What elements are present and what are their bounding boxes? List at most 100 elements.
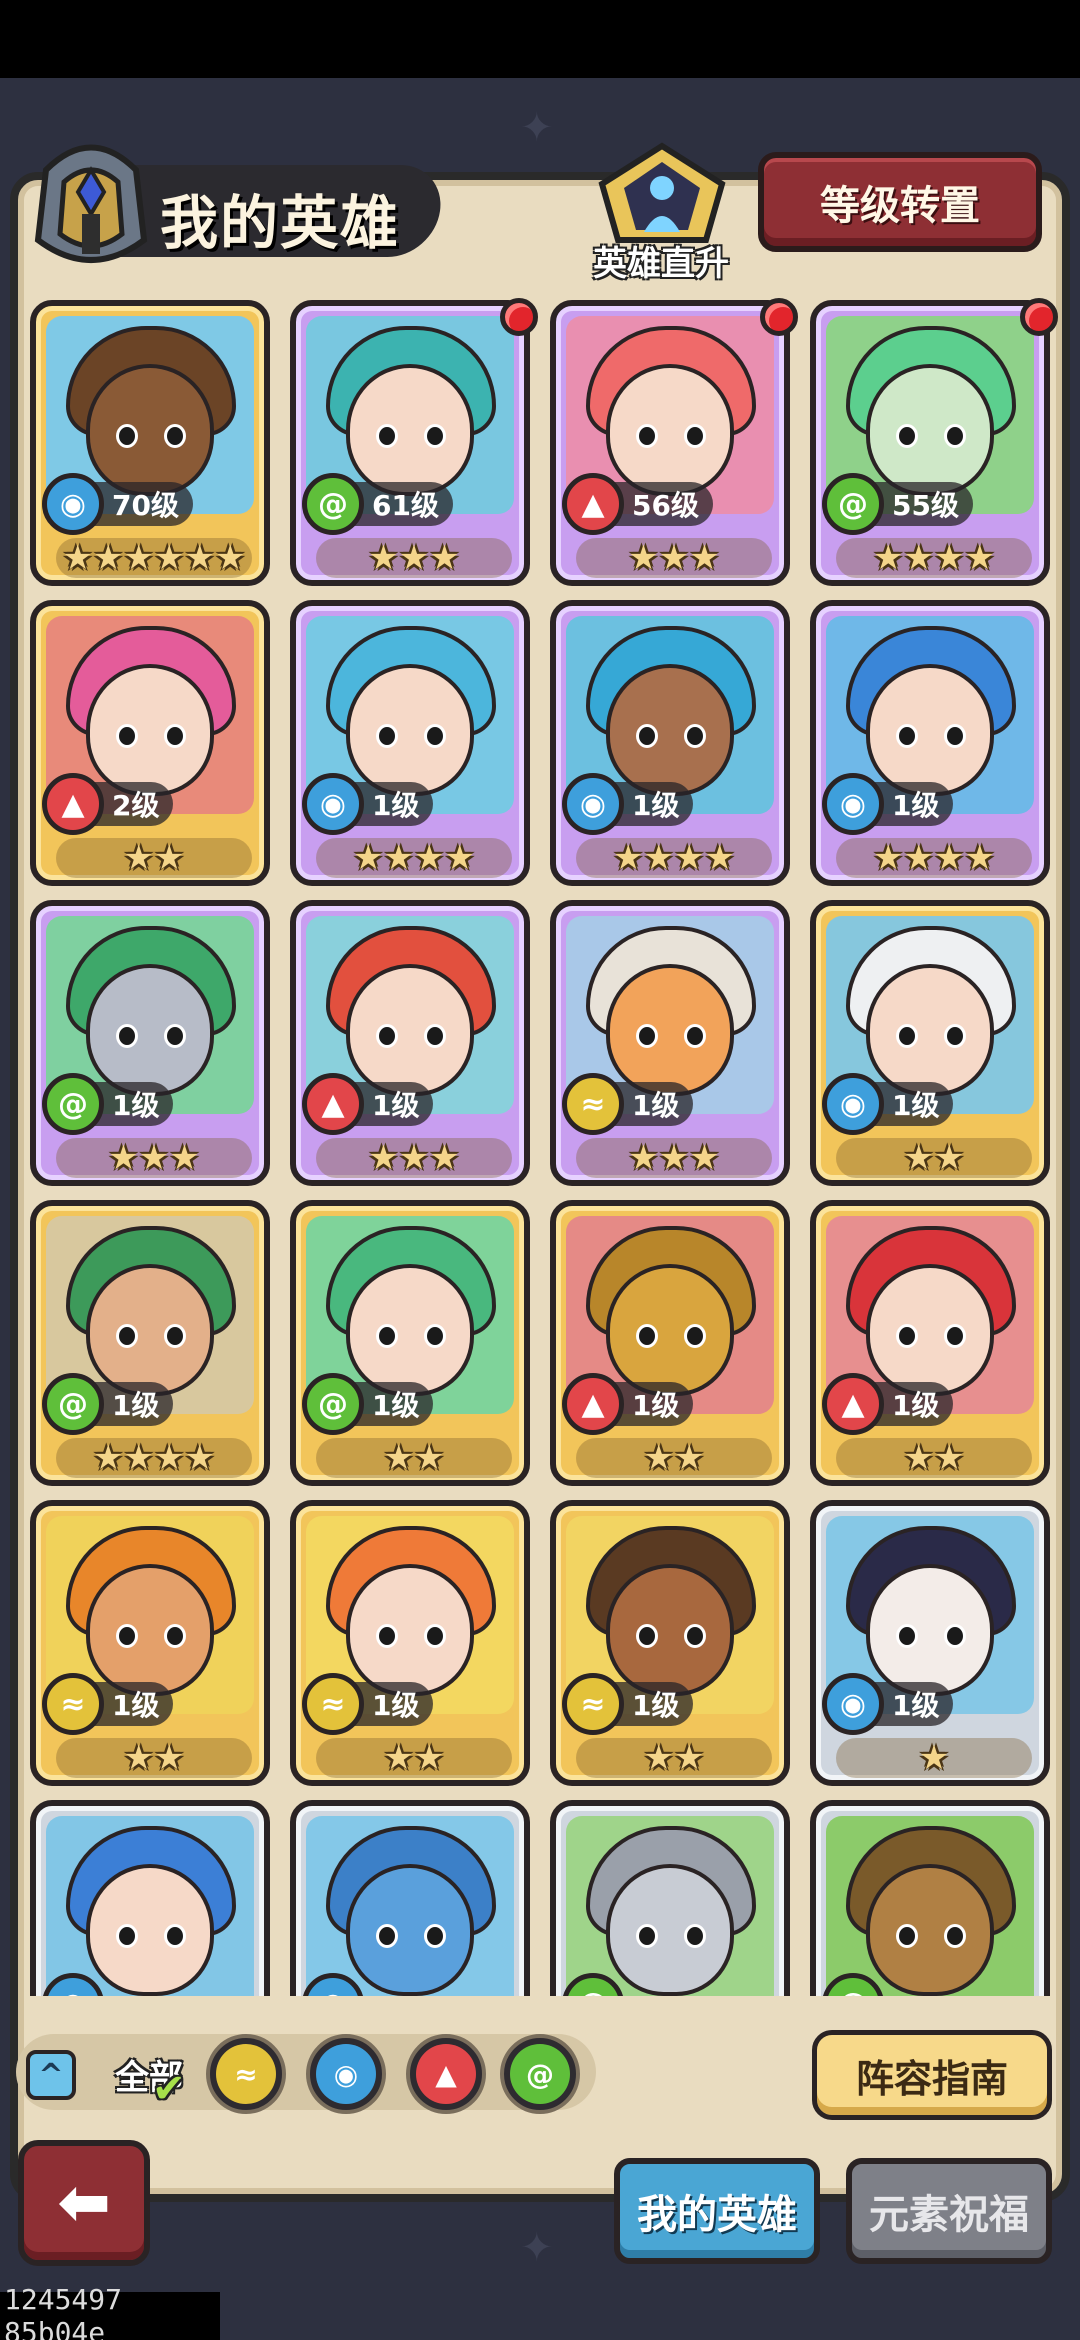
- star-icon: ★: [154, 838, 185, 878]
- hero-eye: [684, 1324, 706, 1348]
- hero-eye: [116, 1024, 138, 1048]
- helmet-icon: [26, 130, 156, 280]
- hero-level: 56级: [610, 482, 713, 526]
- star-icon: ★: [613, 838, 644, 878]
- hero-eye: [424, 1624, 446, 1648]
- star-icon: ★: [628, 1138, 659, 1178]
- leaf-swirl-icon: @: [302, 1373, 364, 1435]
- star-icon: ★: [93, 538, 124, 578]
- star-icon: ★: [934, 1138, 965, 1178]
- hero-level-row: ◉: [302, 1973, 364, 1996]
- leaf-swirl-icon: @: [510, 2044, 570, 2104]
- upgrade-arrow-icon: [598, 142, 726, 243]
- hero-star-rating: ★ ★ ★ ★ ★ ★: [56, 538, 252, 578]
- hero-star-rating: ★ ★ ★: [56, 1138, 252, 1178]
- page-title: 我的英雄: [160, 189, 401, 257]
- level-transfer-button[interactable]: 等级转置: [758, 152, 1042, 252]
- hero-star-rating: ★ ★: [316, 1438, 512, 1478]
- star-icon: ★: [903, 538, 934, 578]
- hero-eye: [376, 424, 398, 448]
- hero-card[interactable]: ▲ 1级 ★ ★: [810, 1200, 1050, 1486]
- hero-card[interactable]: ▲ 2级 ★ ★: [30, 600, 270, 886]
- back-arrow-icon: ⬅: [57, 2166, 111, 2240]
- leaf-swirl-icon: @: [42, 1373, 104, 1435]
- hero-card[interactable]: ▲ 1级 ★ ★ ★: [290, 900, 530, 1186]
- hero-card[interactable]: ◉: [290, 1800, 530, 1996]
- hero-eye: [164, 1924, 186, 1948]
- water-drop-icon: ◉: [562, 773, 624, 835]
- hero-level-row: ≈1级: [42, 1673, 174, 1735]
- hero-level-row: @1级: [42, 1373, 174, 1435]
- hero-eye: [164, 1324, 186, 1348]
- hero-portrait: [826, 1816, 1034, 1996]
- star-icon: ★: [368, 1138, 399, 1178]
- hero-card[interactable]: @1级 ★ ★ ★ ★: [30, 1200, 270, 1486]
- hero-eye: [684, 1024, 706, 1048]
- hero-card[interactable]: @1级 ★ ★: [290, 1200, 530, 1486]
- hero-level-row: @1级: [302, 1373, 434, 1435]
- hero-eye: [944, 424, 966, 448]
- leaf-swirl-icon: @: [562, 1973, 624, 1996]
- hero-card[interactable]: @: [810, 1800, 1050, 1996]
- hero-eye: [376, 1024, 398, 1048]
- hero-card[interactable]: ▲ 1级 ★ ★: [550, 1200, 790, 1486]
- hero-level-row: ≈1级: [562, 1073, 694, 1135]
- hero-eye: [636, 1924, 658, 1948]
- flame-icon: ▲: [416, 2044, 476, 2104]
- hero-card[interactable]: ◉ 1级 ★ ★ ★ ★: [810, 600, 1050, 886]
- hero-card[interactable]: @61级 ★ ★ ★: [290, 300, 530, 586]
- hero-card[interactable]: ≈1级 ★ ★ ★: [550, 900, 790, 1186]
- status-bar: [0, 0, 1080, 78]
- hero-portrait: [306, 1816, 514, 1996]
- hero-eye: [636, 1024, 658, 1048]
- hero-level-row: @61级: [302, 473, 453, 535]
- hero-level-row: ≈1级: [562, 1673, 694, 1735]
- flame-icon: ▲: [42, 773, 104, 835]
- filter-water-button[interactable]: ◉: [306, 2034, 386, 2114]
- hero-card[interactable]: ◉ 70级 ★ ★ ★ ★ ★ ★: [30, 300, 270, 586]
- notification-dot: [1020, 298, 1058, 336]
- hero-star-rating: ★ ★: [316, 1738, 512, 1778]
- hero-card[interactable]: ≈1级 ★ ★: [290, 1500, 530, 1786]
- tab-element-blessing[interactable]: 元素祝福: [846, 2158, 1052, 2264]
- tab-my-heroes[interactable]: 我的英雄: [614, 2158, 820, 2264]
- hero-eye: [424, 424, 446, 448]
- earth-swirl-icon: ≈: [216, 2044, 276, 2104]
- hero-card[interactable]: ≈1级 ★ ★: [30, 1500, 270, 1786]
- hero-card[interactable]: ◉ 1级 ★: [810, 1500, 1050, 1786]
- hero-card[interactable]: @55级 ★ ★ ★ ★: [810, 300, 1050, 586]
- hero-eye: [684, 424, 706, 448]
- collapse-toggle-button[interactable]: ^: [26, 2050, 76, 2100]
- star-icon: ★: [444, 838, 475, 878]
- filter-earth-button[interactable]: ≈: [206, 2034, 286, 2114]
- lineup-guide-button[interactable]: 阵容指南: [812, 2030, 1052, 2120]
- filter-fire-button[interactable]: ▲: [406, 2034, 486, 2114]
- hero-card[interactable]: ◉ 1级 ★ ★ ★ ★: [290, 600, 530, 886]
- star-icon: ★: [873, 538, 904, 578]
- star-icon: ★: [123, 538, 154, 578]
- hero-face: [346, 1864, 474, 1996]
- hero-card[interactable]: @: [550, 1800, 790, 1996]
- hero-card[interactable]: ◉: [30, 1800, 270, 1996]
- hero-eye: [684, 1624, 706, 1648]
- flame-icon: ▲: [562, 473, 624, 535]
- checkmark-icon: ✔: [152, 2066, 186, 2112]
- hero-eye: [164, 724, 186, 748]
- hero-level-row: ◉ 1级: [822, 773, 954, 835]
- hero-card[interactable]: ◉ 1级 ★ ★ ★ ★: [550, 600, 790, 886]
- hero-card[interactable]: ▲ 56级 ★ ★ ★: [550, 300, 790, 586]
- hero-card[interactable]: ◉ 1级 ★ ★: [810, 900, 1050, 1186]
- hero-eye: [116, 1324, 138, 1348]
- hero-card[interactable]: ≈1级 ★ ★: [550, 1500, 790, 1786]
- hero-eye: [944, 724, 966, 748]
- star-icon: ★: [398, 1138, 430, 1178]
- hero-eye: [896, 724, 918, 748]
- hero-eye: [424, 1324, 446, 1348]
- star-icon: ★: [123, 1738, 154, 1778]
- star-icon: ★: [658, 538, 690, 578]
- star-icon: ★: [383, 1438, 414, 1478]
- hero-star-rating: ★ ★ ★ ★: [576, 838, 772, 878]
- back-button[interactable]: ⬅: [18, 2140, 150, 2266]
- filter-wood-button[interactable]: @: [500, 2034, 580, 2114]
- hero-card[interactable]: @1级 ★ ★ ★: [30, 900, 270, 1186]
